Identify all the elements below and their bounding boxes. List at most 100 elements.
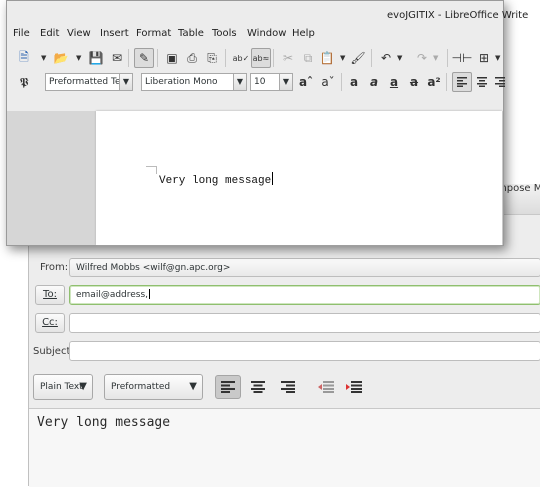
menu-window[interactable]: Window bbox=[247, 28, 286, 39]
cc-button-label: Cc: bbox=[42, 317, 58, 328]
spellcheck-icon: ab✓ bbox=[232, 53, 250, 63]
menu-edit[interactable]: Edit bbox=[40, 28, 59, 39]
paragraph-style-value: Preformatted Tex bbox=[49, 77, 120, 87]
insert-field-button[interactable]: ⊣⊢ bbox=[451, 49, 473, 67]
font-size-dropdown[interactable]: ▼ bbox=[279, 73, 293, 91]
font-size-value: 10 bbox=[254, 77, 266, 87]
cc-button[interactable]: Cc: bbox=[35, 313, 65, 333]
align-center-icon bbox=[477, 77, 487, 87]
strikethrough-icon: a bbox=[409, 75, 419, 89]
shrink-font-button[interactable]: aˇ bbox=[319, 73, 337, 91]
styles-icon: 𝕻 bbox=[19, 74, 29, 89]
undo-icon: ↶ bbox=[380, 51, 392, 65]
redo-button[interactable]: ↷ bbox=[413, 49, 431, 67]
align-right-icon bbox=[495, 77, 505, 87]
redo-dropdown-icon[interactable]: ▼ bbox=[433, 54, 438, 62]
insert-table-button[interactable]: ⊞ bbox=[475, 49, 493, 67]
menu-view[interactable]: View bbox=[67, 28, 91, 39]
menu-table[interactable]: Table bbox=[178, 28, 204, 39]
superscript-button[interactable]: a² bbox=[425, 73, 443, 91]
align-right-button[interactable] bbox=[275, 375, 301, 399]
clone-formatting-button[interactable]: 🖌 bbox=[349, 49, 367, 67]
align-center-button[interactable] bbox=[245, 375, 271, 399]
new-dropdown-icon[interactable]: ▼ bbox=[41, 54, 46, 62]
printer-icon: ⎙ bbox=[187, 50, 197, 65]
print-preview-button[interactable]: ⎘ bbox=[203, 49, 221, 67]
undo-dropdown-icon[interactable]: ▼ bbox=[397, 54, 402, 62]
auto-spellcheck-icon: ab≈ bbox=[252, 53, 270, 63]
menu-insert[interactable]: Insert bbox=[100, 28, 129, 39]
paragraph-style-dropdown[interactable]: ▼ bbox=[119, 73, 133, 91]
chevron-down-icon: ▼ bbox=[282, 77, 290, 86]
align-left-icon bbox=[221, 381, 235, 393]
styles-button[interactable]: 𝕻 bbox=[15, 73, 33, 91]
paste-dropdown-icon[interactable]: ▼ bbox=[340, 54, 345, 62]
auto-spellcheck-button[interactable]: ab≈ bbox=[251, 48, 271, 68]
to-field[interactable]: email@address, bbox=[69, 285, 540, 305]
edit-mode-button[interactable]: ✎ bbox=[134, 48, 154, 68]
align-center-button[interactable] bbox=[473, 73, 491, 91]
unindent-button[interactable] bbox=[313, 375, 339, 399]
align-right-icon bbox=[281, 381, 295, 393]
save-button[interactable]: 💾 bbox=[87, 49, 105, 67]
align-right-button[interactable] bbox=[491, 73, 509, 91]
from-value: Wilfred Mobbs <wilf@gn.apc.org> bbox=[76, 263, 231, 273]
font-name-dropdown[interactable]: ▼ bbox=[233, 73, 247, 91]
bold-button[interactable]: a bbox=[345, 73, 363, 91]
from-combo[interactable]: Wilfred Mobbs <wilf@gn.apc.org> bbox=[69, 258, 540, 277]
copy-button[interactable]: ⧉ bbox=[299, 49, 317, 67]
underline-button[interactable]: a bbox=[385, 73, 403, 91]
italic-button[interactable]: a bbox=[365, 73, 383, 91]
new-document-button[interactable]: 🗎 bbox=[15, 49, 33, 67]
align-left-button[interactable] bbox=[452, 72, 472, 92]
undo-button[interactable]: ↶ bbox=[377, 49, 395, 67]
subject-label: Subject: bbox=[33, 346, 74, 357]
subject-field[interactable] bbox=[69, 341, 540, 361]
superscript-icon: a² bbox=[427, 75, 441, 89]
align-center-icon bbox=[251, 381, 265, 393]
menu-format[interactable]: Format bbox=[136, 28, 171, 39]
menu-help[interactable]: Help bbox=[292, 28, 315, 39]
open-dropdown-icon[interactable]: ▼ bbox=[76, 54, 81, 62]
email-button[interactable]: ✉ bbox=[108, 49, 126, 67]
grow-font-button[interactable]: aˆ bbox=[297, 73, 315, 91]
chevron-down-icon: ▼ bbox=[79, 381, 87, 392]
toolbar-separator bbox=[128, 49, 129, 67]
align-left-button[interactable] bbox=[215, 375, 241, 399]
paragraph-style-select[interactable]: Preformatted ▼ bbox=[104, 374, 203, 400]
to-button[interactable]: To: bbox=[35, 285, 65, 305]
menu-file[interactable]: File bbox=[13, 28, 30, 39]
indent-button[interactable] bbox=[341, 375, 367, 399]
spelling-button[interactable]: ab✓ bbox=[232, 49, 250, 67]
italic-icon: a bbox=[369, 75, 379, 89]
export-pdf-button[interactable]: ▣ bbox=[163, 49, 181, 67]
text-boundary-mark bbox=[146, 166, 156, 167]
document-page[interactable]: Very long message bbox=[96, 111, 502, 245]
font-size-combo[interactable]: 10 bbox=[250, 73, 280, 91]
paste-button[interactable]: 📋 bbox=[318, 49, 336, 67]
message-body-text: Very long message bbox=[37, 415, 171, 430]
print-button[interactable]: ⎙ bbox=[183, 49, 201, 67]
to-button-label: To: bbox=[43, 289, 57, 300]
align-left-icon bbox=[457, 77, 467, 87]
indent-icon bbox=[346, 381, 362, 393]
table-dropdown-icon[interactable]: ▼ bbox=[495, 54, 500, 62]
pencil-icon: ✎ bbox=[138, 51, 150, 65]
redo-icon: ↷ bbox=[416, 51, 428, 65]
field-icon: ⊣⊢ bbox=[451, 51, 473, 65]
open-button[interactable]: 📂 bbox=[52, 49, 70, 67]
cut-button[interactable]: ✂ bbox=[279, 49, 297, 67]
unindent-icon bbox=[318, 381, 334, 393]
toolbar-separator bbox=[341, 73, 342, 91]
cc-field[interactable] bbox=[69, 313, 540, 333]
document-text: Very long message bbox=[159, 172, 274, 187]
strikethrough-button[interactable]: a bbox=[405, 73, 423, 91]
table-icon: ⊞ bbox=[478, 51, 490, 65]
save-icon: 💾 bbox=[88, 51, 104, 65]
menu-tools[interactable]: Tools bbox=[212, 28, 237, 39]
paragraph-style-combo[interactable]: Preformatted Tex bbox=[45, 73, 120, 91]
font-name-combo[interactable]: Liberation Mono bbox=[141, 73, 234, 91]
message-body-editor[interactable]: Very long message bbox=[29, 408, 540, 487]
format-select[interactable]: Plain Text ▼ bbox=[33, 374, 93, 400]
scissors-icon: ✂ bbox=[282, 51, 294, 65]
